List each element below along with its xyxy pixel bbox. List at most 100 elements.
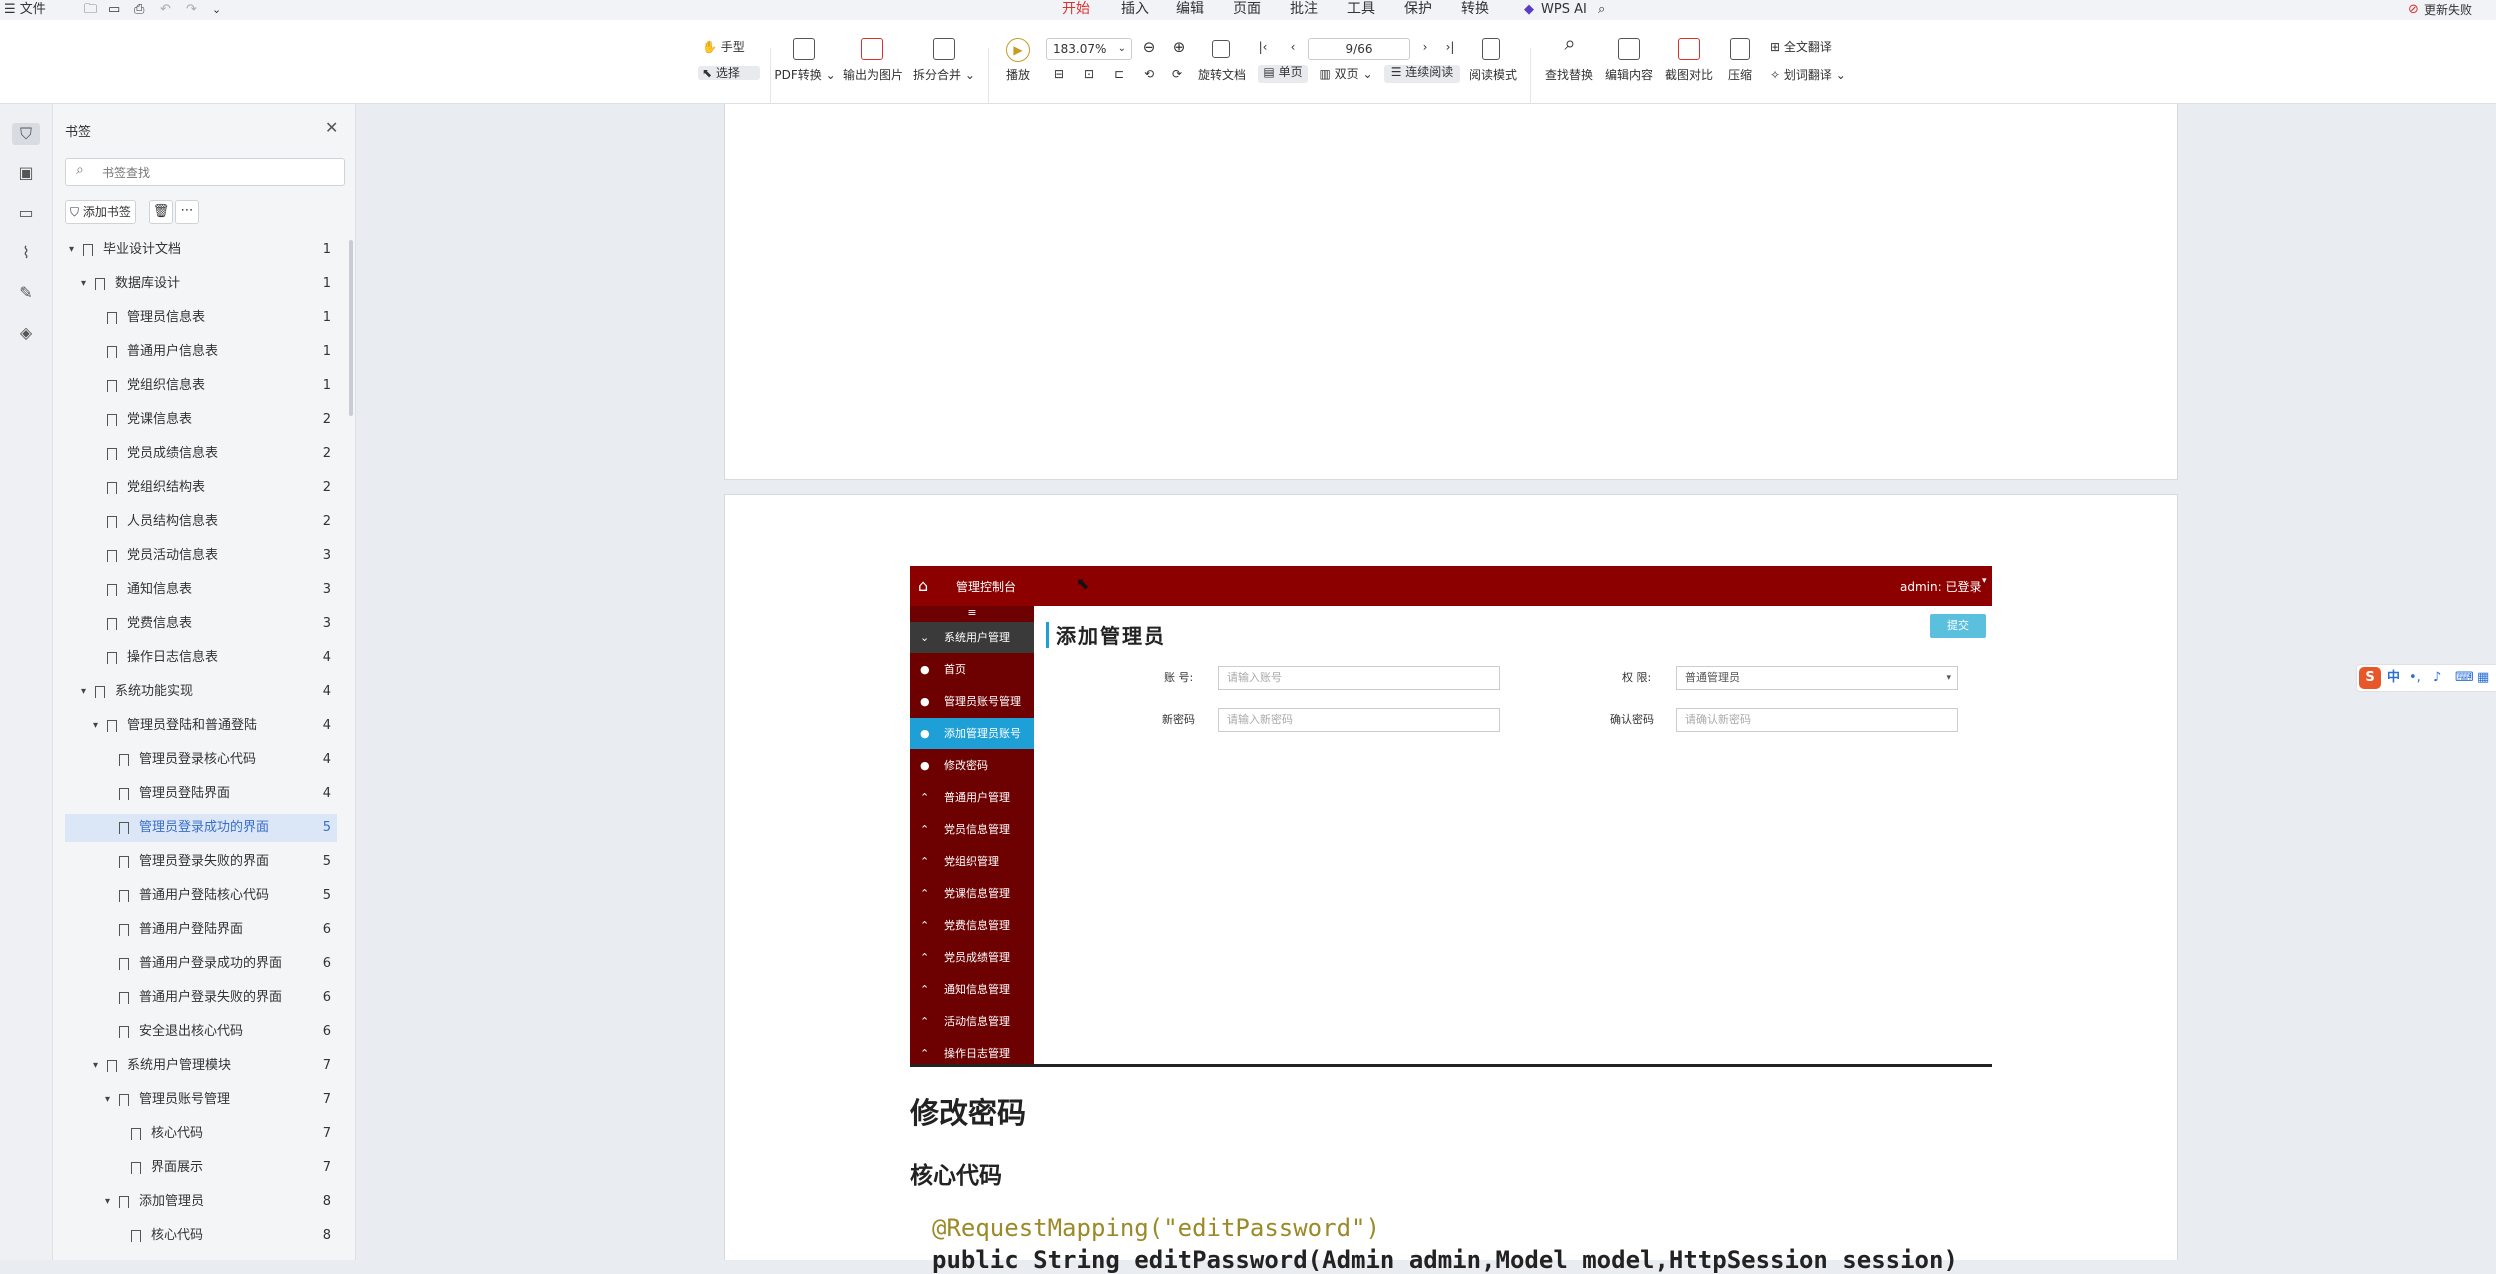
- bookmark-item[interactable]: 管理员登录失败的界面 5: [65, 848, 337, 876]
- expand-chevron-icon[interactable]: ▾: [93, 712, 98, 740]
- zoom-select[interactable]: 183.07% ⌄: [1046, 38, 1132, 60]
- bookmark-item[interactable]: 管理员登陆界面 4: [65, 780, 337, 808]
- continuous-read-button[interactable]: ☰ 连续阅读: [1384, 65, 1460, 83]
- bookmark-item[interactable]: 党组织结构表 2: [65, 474, 337, 502]
- bookmark-item[interactable]: 党员成绩信息表 2: [65, 440, 337, 468]
- more-icon[interactable]: ⋯: [175, 200, 199, 224]
- print-icon[interactable]: ⎙: [134, 0, 144, 20]
- wps-ai-button[interactable]: WPS AI: [1541, 0, 1587, 20]
- bookmark-item[interactable]: 人员结构信息表 2: [65, 508, 337, 536]
- bookmark-item[interactable]: ▾ 系统用户管理模块 7: [65, 1052, 337, 1080]
- bookmark-item[interactable]: ▾ 系统功能实现 4: [65, 678, 337, 706]
- pdf-convert-button[interactable]: PDF转换 ⌄: [770, 68, 840, 82]
- bookmark-item[interactable]: ▾ 添加管理员 8: [65, 1188, 337, 1216]
- expand-chevron-icon[interactable]: ▾: [69, 236, 74, 264]
- delete-bookmark-icon[interactable]: 🗑: [149, 200, 173, 224]
- close-icon[interactable]: ✕: [325, 118, 338, 137]
- word-translate-button[interactable]: ✧ 划词翻译 ⌄: [1770, 68, 1854, 82]
- tab-comment[interactable]: 批注: [1290, 0, 1318, 20]
- zoom-out-icon[interactable]: ⊖: [1140, 40, 1158, 55]
- undo-icon[interactable]: ↶: [160, 0, 171, 20]
- layers-icon[interactable]: ◈: [16, 324, 36, 342]
- export-image-button[interactable]: 输出为图片: [838, 68, 908, 82]
- bookmark-item[interactable]: 普通用户登录失败的界面 6: [65, 984, 337, 1012]
- compress-button[interactable]: 压缩: [1722, 68, 1758, 82]
- bookmark-item[interactable]: ▾ 毕业设计文档 1: [65, 236, 337, 264]
- double-page-button[interactable]: ▥ 双页 ⌄: [1316, 67, 1376, 81]
- tab-insert[interactable]: 插入: [1121, 0, 1149, 20]
- bookmark-item[interactable]: 核心代码 8: [65, 1222, 337, 1250]
- bookmark-item[interactable]: 普通用户登陆核心代码 5: [65, 882, 337, 910]
- bookmark-item[interactable]: 党课信息表 2: [65, 406, 337, 434]
- bookmark-item[interactable]: 普通用户信息表 1: [65, 338, 337, 366]
- select-tool-button[interactable]: ⬉ 选择: [698, 66, 760, 80]
- comment-icon[interactable]: ▭: [16, 204, 36, 222]
- search-icon[interactable]: ⌕: [1598, 0, 1605, 20]
- file-menu[interactable]: ☰ 文件: [4, 0, 46, 20]
- fit-width-icon[interactable]: ⊟: [1052, 67, 1066, 81]
- bookmark-icon[interactable]: ⛉: [12, 123, 40, 145]
- ime-toolbar[interactable]: S 中 •, ♪ ⌨ ▦: [2356, 664, 2496, 692]
- add-bookmark-button[interactable]: ⛉ 添加书签: [65, 200, 136, 224]
- attachment-icon[interactable]: ⌇: [16, 244, 36, 262]
- last-page-icon[interactable]: ›|: [1442, 40, 1458, 54]
- tab-convert[interactable]: 转换: [1461, 0, 1489, 20]
- compare-button[interactable]: 截图对比: [1660, 68, 1718, 82]
- tab-tools[interactable]: 工具: [1347, 0, 1375, 20]
- first-page-icon[interactable]: |‹: [1256, 40, 1270, 54]
- bookmark-search-input[interactable]: [100, 162, 334, 184]
- signature-icon[interactable]: ✎: [16, 284, 36, 302]
- actual-size-icon[interactable]: ⊏: [1112, 67, 1126, 81]
- expand-chevron-icon[interactable]: ▾: [105, 1188, 110, 1216]
- bookmark-item[interactable]: 管理员登录成功的界面 5: [65, 814, 337, 842]
- expand-chevron-icon[interactable]: ▾: [81, 678, 86, 706]
- expand-chevron-icon[interactable]: ▾: [93, 1052, 98, 1080]
- panel-scrollbar[interactable]: [349, 240, 353, 416]
- zoom-in-icon[interactable]: ⊕: [1170, 40, 1188, 55]
- bookmark-item[interactable]: 党费信息表 3: [65, 610, 337, 638]
- split-merge-button[interactable]: 拆分合并 ⌄: [908, 68, 980, 82]
- play-button[interactable]: 播放: [998, 68, 1038, 82]
- fit-page-icon[interactable]: ⊡: [1082, 67, 1096, 81]
- next-page-icon[interactable]: ›: [1418, 40, 1432, 54]
- hand-tool-button[interactable]: ✋ 手型: [702, 40, 762, 54]
- quick-access-chevron-icon[interactable]: ⌄: [212, 0, 221, 20]
- bookmark-item[interactable]: 核心代码 7: [65, 1120, 337, 1148]
- bookmark-item[interactable]: 界面展示 7: [65, 1154, 337, 1182]
- bookmark-label: 添加管理员: [139, 1194, 205, 1209]
- bookmark-item[interactable]: 党组织信息表 1: [65, 372, 337, 400]
- bookmark-item[interactable]: ▾ 数据库设计 1: [65, 270, 337, 298]
- page-number-input[interactable]: 9/66: [1308, 38, 1410, 60]
- bookmark-item[interactable]: 操作日志信息表 4: [65, 644, 337, 672]
- tab-edit[interactable]: 编辑: [1176, 0, 1204, 20]
- bookmark-item[interactable]: ▾ 管理员账号管理 7: [65, 1086, 337, 1114]
- expand-chevron-icon[interactable]: ▾: [105, 1086, 110, 1114]
- edit-content-button[interactable]: 编辑内容: [1600, 68, 1658, 82]
- prev-page-icon[interactable]: ‹: [1286, 40, 1300, 54]
- find-replace-button[interactable]: 查找替换: [1540, 68, 1598, 82]
- thumbnail-icon[interactable]: ▣: [16, 164, 36, 182]
- bookmark-search[interactable]: ⌕: [65, 158, 345, 186]
- bookmark-item[interactable]: ▾ 管理员登陆和普通登陆 4: [65, 712, 337, 740]
- update-status[interactable]: 更新失败: [2424, 0, 2472, 20]
- bookmark-item[interactable]: 管理员信息表 1: [65, 304, 337, 332]
- tab-page[interactable]: 页面: [1233, 0, 1261, 20]
- expand-chevron-icon[interactable]: ▾: [81, 270, 86, 298]
- redo-icon[interactable]: ↷: [186, 0, 197, 20]
- rotate-doc-button[interactable]: 旋转文档: [1196, 68, 1248, 82]
- bookmark-item[interactable]: 通知信息表 3: [65, 576, 337, 604]
- tab-start[interactable]: 开始: [1062, 0, 1090, 22]
- full-translate-button[interactable]: ⊞ 全文翻译: [1770, 40, 1846, 54]
- open-icon[interactable]: 🗀: [84, 0, 97, 20]
- bookmark-item[interactable]: 安全退出核心代码 6: [65, 1018, 337, 1046]
- bookmark-item[interactable]: 普通用户登录成功的界面 6: [65, 950, 337, 978]
- save-icon[interactable]: ▭: [108, 0, 120, 20]
- rotate-right-icon[interactable]: ⟳: [1170, 67, 1184, 81]
- single-page-button[interactable]: ▤ 单页: [1258, 65, 1308, 83]
- tab-protect[interactable]: 保护: [1404, 0, 1432, 20]
- rotate-left-icon[interactable]: ⟲: [1142, 67, 1156, 81]
- bookmark-item[interactable]: 普通用户登陆界面 6: [65, 916, 337, 944]
- reading-mode-button[interactable]: 阅读模式: [1466, 68, 1520, 82]
- bookmark-item[interactable]: 党员活动信息表 3: [65, 542, 337, 570]
- bookmark-item[interactable]: 管理员登录核心代码 4: [65, 746, 337, 774]
